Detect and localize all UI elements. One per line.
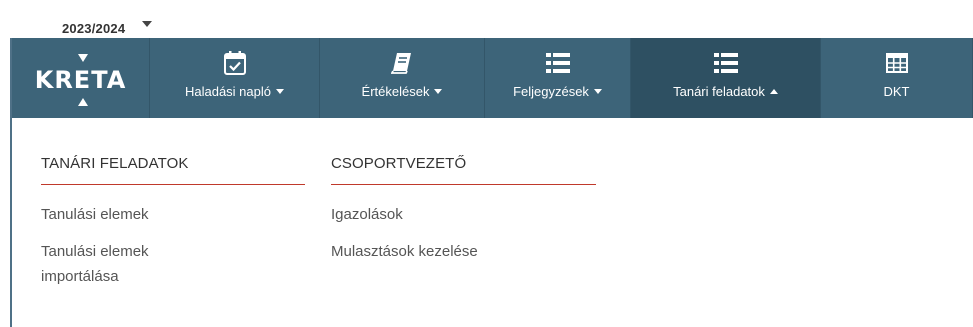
school-year-label: 2023/2024: [62, 20, 126, 36]
nav-label-haladasi-naplo: Haladási napló: [184, 84, 271, 99]
list-icon: [713, 50, 738, 76]
table-icon: [885, 50, 908, 76]
nav-label-tanari-feladatok: Tanári feladatok: [673, 84, 765, 99]
book-icon: [391, 50, 413, 76]
nav-item-haladasi-naplo[interactable]: Haladási napló: [150, 38, 320, 118]
main-navbar: KRETA Haladási napló Értékelések Feljegy…: [12, 38, 973, 118]
nav-item-ertekelesek[interactable]: Értékelések: [320, 38, 485, 118]
logo-triangle-bottom: [77, 98, 88, 106]
column-heading: TANÁRI FELADATOK: [41, 118, 305, 185]
nav-label-ertekelesek: Értékelések: [361, 84, 430, 99]
nav-item-feljegyzesek[interactable]: Feljegyzések: [485, 38, 631, 118]
column-heading: CSOPORTVEZETŐ: [331, 118, 596, 185]
caret-down-icon: [434, 89, 443, 94]
tanari-feladatok-dropdown: TANÁRI FELADATOK Tanulási elemek Tanulás…: [12, 118, 973, 327]
caret-down-icon: [593, 89, 602, 94]
nav-label-feljegyzesek: Feljegyzések: [513, 84, 589, 99]
calendar-check-icon: [223, 50, 247, 76]
menu-link-tanulasi-elemek[interactable]: Tanulási elemek: [41, 202, 305, 227]
menu-link-igazolasok[interactable]: Igazolások: [331, 202, 596, 227]
menu-link-tanulasi-elemek-importalasa[interactable]: Tanulási elemek importálása: [41, 239, 201, 289]
caret-up-icon: [769, 89, 778, 94]
kreta-logo[interactable]: KRETA: [12, 38, 150, 118]
caret-down-icon: [276, 89, 284, 94]
list-icon: [545, 50, 570, 76]
nav-item-tanari-feladatok[interactable]: Tanári feladatok: [631, 38, 821, 118]
logo-triangle-top: [77, 54, 88, 62]
chevron-down-icon[interactable]: [142, 21, 153, 27]
dropdown-column-tanari-feladatok: TANÁRI FELADATOK Tanulási elemek Tanulás…: [41, 118, 305, 301]
nav-item-dkt[interactable]: DKT: [821, 38, 973, 118]
dropdown-column-csoportvezeto: CSOPORTVEZETŐ Igazolások Mulasztások kez…: [331, 118, 596, 276]
nav-label-dkt: DKT: [883, 84, 910, 99]
logo-text: KRETA: [35, 54, 127, 106]
menu-link-mulasztasok-kezelese[interactable]: Mulasztások kezelése: [331, 239, 596, 264]
school-year-select[interactable]: 2023/2024: [62, 19, 153, 37]
